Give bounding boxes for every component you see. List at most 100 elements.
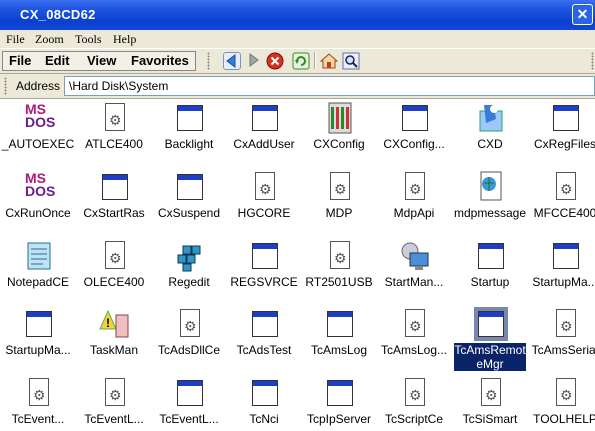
menu-zoom[interactable]: Zoom [35,32,64,47]
file-item[interactable]: Regedit [151,237,227,305]
network-pc-icon [398,239,432,273]
file-item[interactable]: ⚙ OLECE400 [76,237,152,305]
dll-gear-icon: ⚙ [398,376,432,410]
file-item-label: MFCCE400 [533,206,595,220]
dll-gear-icon: ⚙ [398,170,432,204]
file-item[interactable]: TcNci [226,374,302,431]
file-item[interactable]: TcAdsTest [226,305,302,373]
file-item[interactable]: ⚙ TcEventL... [76,374,152,431]
file-item-label: TcAdsDllCe [157,343,220,357]
file-item[interactable]: mdpmessage [452,168,528,236]
address-input[interactable]: \Hard Disk\System [64,76,595,96]
file-item[interactable]: StartMan... [376,237,452,305]
file-item[interactable]: ⚙ TcEvent... [0,374,76,431]
file-item[interactable]: MS DOS CxRunOnce [0,168,76,236]
file-item-label: CxRunOnce [5,206,71,220]
dll-gear-icon: ⚙ [98,101,132,135]
file-item[interactable]: Backlight [151,99,227,167]
app-window-icon [248,376,282,410]
app-window-icon [549,239,583,273]
toolbar-edit[interactable]: Edit [45,53,70,68]
file-item[interactable]: ⚙ TcAdsDllCe [151,305,227,373]
home-button[interactable] [319,52,339,70]
app-window-icon [549,101,583,135]
dll-gear-icon: ⚙ [549,170,583,204]
file-item[interactable]: CxSuspend [151,168,227,236]
stop-button[interactable] [266,52,284,70]
file-item[interactable]: CXD [452,99,528,167]
file-item[interactable]: NotepadCE [0,237,76,305]
app-window-icon [98,170,132,204]
home-icon [319,53,339,69]
file-item[interactable]: ⚙ TOOLHELP [527,374,595,431]
file-item[interactable]: ⚙ ATLCE400 [76,99,152,167]
file-item-label: CxRegFiles [533,137,595,151]
file-item[interactable]: StartupMa... [527,237,595,305]
file-item[interactable]: TcpIpServer [301,374,377,431]
app-window-icon [398,101,432,135]
file-item[interactable]: ⚙ MFCCE400 [527,168,595,236]
file-item-label: OLECE400 [83,275,145,289]
file-item[interactable]: ! TaskMan [76,305,152,373]
back-button[interactable] [223,52,241,70]
toolbar-grip-end[interactable] [591,52,594,70]
file-item[interactable]: CxRegFiles [527,99,595,167]
file-item[interactable]: TcAmsLog [301,305,377,373]
file-item[interactable]: CxAddUser [226,99,302,167]
file-item[interactable]: StartupMa... [0,305,76,373]
app-window-icon [323,376,357,410]
file-item[interactable]: ⚙ TcScriptCe [376,374,452,431]
svg-text:!: ! [106,316,110,330]
dll-gear-icon: ⚙ [474,376,508,410]
app-window-icon [248,307,282,341]
file-item[interactable]: MS DOS _AUTOEXEC [0,99,76,167]
file-item[interactable]: Startup [452,237,528,305]
close-button[interactable]: ✕ [572,4,593,25]
app-window-icon [248,239,282,273]
file-item[interactable]: ⚙ TcSiSmart [452,374,528,431]
forward-arrow-icon [249,53,259,67]
forward-button[interactable] [245,52,263,70]
regedit-icon [173,239,207,273]
toolbar-favorites[interactable]: Favorites [131,53,189,68]
file-item-label: CXD [477,137,503,151]
file-item[interactable]: ⚙ TcAmsSerial [527,305,595,373]
dll-gear-icon: ⚙ [323,170,357,204]
file-item[interactable]: TcEventL... [151,374,227,431]
toolbar-view[interactable]: View [87,53,116,68]
notepad-icon [22,239,56,273]
file-item-label: TcSiSmart [462,412,518,426]
address-label: Address [16,79,61,93]
toolbar-file[interactable]: File [9,53,31,68]
file-item[interactable]: ⚙ MdpApi [376,168,452,236]
file-item[interactable]: CXConfig [301,99,377,167]
file-list-view[interactable]: MS DOS _AUTOEXEC ⚙ ATLCE400 Backlight CxAddUse… [0,99,595,431]
app-window-icon [173,170,207,204]
menu-help[interactable]: Help [113,32,136,47]
file-item[interactable]: ⚙ TcAmsLog... [376,305,452,373]
file-item-label: TcAdsTest [236,343,292,357]
address-grip[interactable] [4,77,7,95]
menu-file[interactable]: File [6,32,25,47]
file-item-label: Backlight [164,137,214,151]
taskman-icon: ! [98,307,132,341]
file-item[interactable]: CXConfig... [376,99,452,167]
html-doc-icon [474,170,508,204]
menu-tools[interactable]: Tools [75,32,102,47]
file-item[interactable]: TcAmsRemoteMgr [452,305,528,373]
file-item-label: TcpIpServer [306,412,372,426]
refresh-button[interactable] [292,52,310,70]
file-item[interactable]: ⚙ HGCORE [226,168,302,236]
file-item-label: TcAmsLog... [380,343,448,357]
dll-gear-icon: ⚙ [173,307,207,341]
toolbar-grip[interactable] [207,52,210,70]
file-item-label: TcEvent... [11,412,65,426]
search-button[interactable] [342,52,360,70]
file-item[interactable]: ⚙ MDP [301,168,377,236]
file-item-label: CXConfig [313,137,365,151]
file-item[interactable]: REGSVRCE [226,237,302,305]
file-item-label: RT2501USB [305,275,373,289]
file-item-label: CxStartRas [83,206,145,220]
file-item[interactable]: ⚙ RT2501USB [301,237,377,305]
file-item[interactable]: CxStartRas [76,168,152,236]
